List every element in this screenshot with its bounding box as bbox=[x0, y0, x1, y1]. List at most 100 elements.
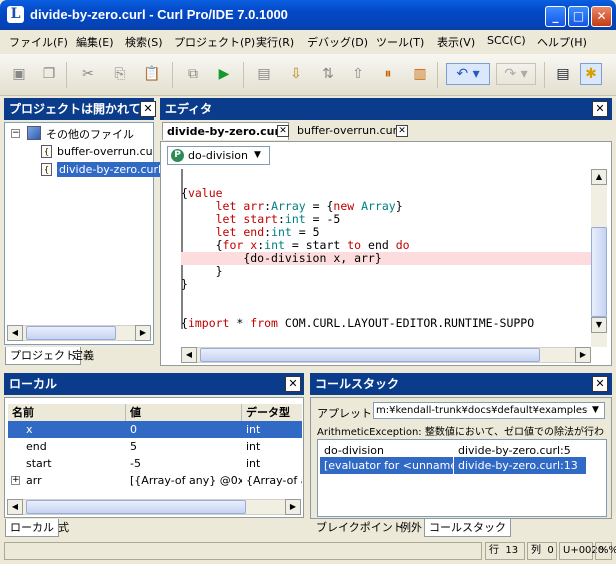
window-title: divide-by-zero.curl - Curl Pro/IDE 7.0.1… bbox=[30, 7, 288, 22]
status-column: 列 0 bbox=[527, 542, 557, 560]
save-all-icon[interactable]: ❐ bbox=[38, 63, 60, 85]
vertical-scrollbar[interactable]: ▲ ▼ bbox=[591, 169, 607, 347]
minimize-button[interactable]: _ bbox=[545, 6, 566, 27]
run-icon[interactable]: ▶ bbox=[213, 63, 235, 85]
scrollbar-thumb[interactable] bbox=[200, 348, 540, 362]
close-icon[interactable]: ✕ bbox=[592, 101, 608, 117]
scroll-right-icon[interactable]: ▶ bbox=[135, 325, 151, 341]
tree-file-item[interactable]: buffer-overrun.cur bbox=[57, 145, 153, 158]
curl-file-icon: { bbox=[41, 145, 52, 158]
stack-frame-selected[interactable]: [evaluator for <unnamed>] divide-by-zero… bbox=[320, 457, 586, 474]
status-percent: %% bbox=[595, 542, 616, 560]
frame-location: divide-by-zero.curl:13 bbox=[458, 459, 578, 472]
code-line-11: {import * from COM.CURL.LAYOUT-EDITOR.RU… bbox=[181, 316, 535, 330]
tab-locals[interactable]: ローカル bbox=[5, 519, 59, 537]
redo-icon[interactable]: ↷ ▾ bbox=[496, 63, 536, 85]
scroll-left-icon[interactable]: ◀ bbox=[7, 325, 23, 341]
maximize-button[interactable]: □ bbox=[568, 6, 589, 27]
status-message bbox=[4, 542, 482, 560]
line-value: 13 bbox=[505, 545, 519, 556]
menu-view[interactable]: 表示(V) bbox=[437, 34, 475, 50]
folder-icon bbox=[27, 126, 41, 140]
tree-root-label[interactable]: その他のファイル bbox=[46, 126, 134, 142]
menu-run[interactable]: 実行(R) bbox=[256, 34, 294, 50]
menu-debug[interactable]: デバッグ(D) bbox=[307, 34, 368, 50]
cut-icon[interactable]: ✂ bbox=[77, 63, 99, 85]
close-icon[interactable]: ✕ bbox=[140, 101, 156, 117]
local-value: 5 bbox=[130, 440, 137, 453]
close-icon[interactable]: ✕ bbox=[285, 376, 301, 392]
scroll-left-icon[interactable]: ◀ bbox=[181, 347, 197, 363]
tab-label: buffer-overrun.curl bbox=[297, 124, 401, 137]
menu-project[interactable]: プロジェクト(P) bbox=[174, 34, 255, 50]
tab-divide-by-zero[interactable]: divide-by-zero.curl bbox=[162, 122, 289, 140]
open-file-icon[interactable]: ⧉ bbox=[182, 63, 204, 85]
column-header-type[interactable]: データ型 bbox=[242, 404, 302, 421]
horizontal-scrollbar[interactable]: ◀ ▶ bbox=[7, 325, 151, 341]
column-header-name[interactable]: 名前 bbox=[8, 404, 126, 421]
close-tab-icon[interactable]: ✕ bbox=[277, 125, 289, 137]
debug-view-icon[interactable]: ✱ bbox=[580, 63, 602, 85]
scroll-down-icon[interactable]: ▼ bbox=[591, 317, 607, 333]
tree-file-item-selected[interactable]: divide-by-zero.curl bbox=[57, 162, 164, 177]
tab-expressions[interactable]: 式 bbox=[54, 519, 73, 537]
save-icon[interactable]: ▣ bbox=[8, 63, 30, 85]
step-into-icon[interactable]: ⇩ bbox=[285, 63, 307, 85]
expand-toggle-icon[interactable]: + bbox=[11, 476, 20, 485]
menu-help[interactable]: ヘルプ(H) bbox=[537, 34, 587, 50]
clear-breakpoints-icon[interactable]: ▥ bbox=[409, 63, 431, 85]
chevron-down-icon: ▼ bbox=[254, 150, 261, 160]
copy-icon[interactable]: ⎘ bbox=[109, 63, 131, 85]
undo-icon[interactable]: ↶ ▾ bbox=[446, 63, 490, 85]
table-row[interactable]: end 5 int bbox=[8, 438, 302, 455]
editor-pane: エディタ ✕ divide-by-zero.curl ✕ buffer-over… bbox=[160, 98, 612, 366]
column-header-value[interactable]: 値 bbox=[126, 404, 242, 421]
exception-message: ArithmeticException: 整数値において、ゼロ値での除法が行わ bbox=[317, 427, 605, 438]
procedure-dropdown[interactable]: P do-division ▼ bbox=[167, 146, 270, 165]
scroll-right-icon[interactable]: ▶ bbox=[575, 347, 591, 363]
scroll-right-icon[interactable]: ▶ bbox=[285, 499, 301, 515]
table-row[interactable]: x 0 int bbox=[8, 421, 302, 438]
line-label: 行 bbox=[489, 545, 499, 556]
close-icon[interactable]: ✕ bbox=[592, 376, 608, 392]
tab-breakpoints[interactable]: ブレイクポイント bbox=[312, 519, 408, 537]
tab-definitions[interactable]: 定義 bbox=[68, 347, 98, 365]
local-name: start bbox=[26, 457, 52, 470]
scrollbar-thumb[interactable] bbox=[591, 227, 607, 317]
horizontal-scrollbar[interactable]: ◀ ▶ bbox=[7, 499, 301, 515]
close-tab-icon[interactable]: ✕ bbox=[396, 125, 408, 137]
callstack-header: コールスタック bbox=[310, 373, 612, 395]
scrollbar-thumb[interactable] bbox=[26, 500, 246, 514]
tab-buffer-overrun[interactable]: buffer-overrun.curl bbox=[293, 122, 404, 140]
menu-scc[interactable]: SCC(C) bbox=[487, 34, 526, 47]
code-line-8: } bbox=[181, 277, 188, 291]
scroll-up-icon[interactable]: ▲ bbox=[591, 169, 607, 185]
step-over-icon[interactable]: ⇅ bbox=[317, 63, 339, 85]
code-area[interactable]: {value let arr:Array = {new Array} let s… bbox=[181, 169, 591, 329]
tab-exceptions[interactable]: 例外 bbox=[396, 519, 426, 537]
menu-tools[interactable]: ツール(T) bbox=[376, 34, 424, 50]
scroll-left-icon[interactable]: ◀ bbox=[7, 499, 23, 515]
paste-icon[interactable]: 📋 bbox=[141, 63, 163, 85]
menu-search[interactable]: 検索(S) bbox=[125, 34, 163, 50]
document-view-icon[interactable]: ▤ bbox=[552, 63, 574, 85]
menu-edit[interactable]: 編集(E) bbox=[76, 34, 114, 50]
table-row[interactable]: + arr [{Array-of any} @0x0/ {Array-of a bbox=[8, 472, 302, 489]
collapse-toggle-icon[interactable]: − bbox=[11, 129, 20, 138]
horizontal-scrollbar[interactable]: ◀ ▶ bbox=[181, 347, 591, 363]
tab-label: divide-by-zero.curl bbox=[167, 125, 284, 138]
locals-pane: ローカル ✕ 名前 値 データ型 x 0 int end 5 int start… bbox=[4, 373, 304, 538]
scrollbar-thumb[interactable] bbox=[26, 326, 116, 340]
curl-logo-icon: L bbox=[7, 6, 24, 23]
step-out-icon[interactable]: ⇧ bbox=[347, 63, 369, 85]
close-button[interactable]: ✕ bbox=[591, 6, 612, 27]
table-row[interactable]: start -5 int bbox=[8, 455, 302, 472]
applet-dropdown[interactable]: m:¥kendall-trunk¥docs¥default¥examples¥u… bbox=[373, 402, 605, 419]
local-name: end bbox=[26, 440, 47, 453]
callstack-pane: コールスタック ✕ アプレット: m:¥kendall-trunk¥docs¥d… bbox=[310, 373, 612, 538]
breakpoint-icon[interactable]: ⏸ bbox=[377, 63, 399, 85]
grid-header-row: 名前 値 データ型 bbox=[8, 404, 302, 421]
stop-icon[interactable]: ▤ bbox=[253, 63, 275, 85]
menu-file[interactable]: ファイル(F) bbox=[9, 34, 68, 50]
tab-callstack[interactable]: コールスタック bbox=[424, 519, 511, 537]
